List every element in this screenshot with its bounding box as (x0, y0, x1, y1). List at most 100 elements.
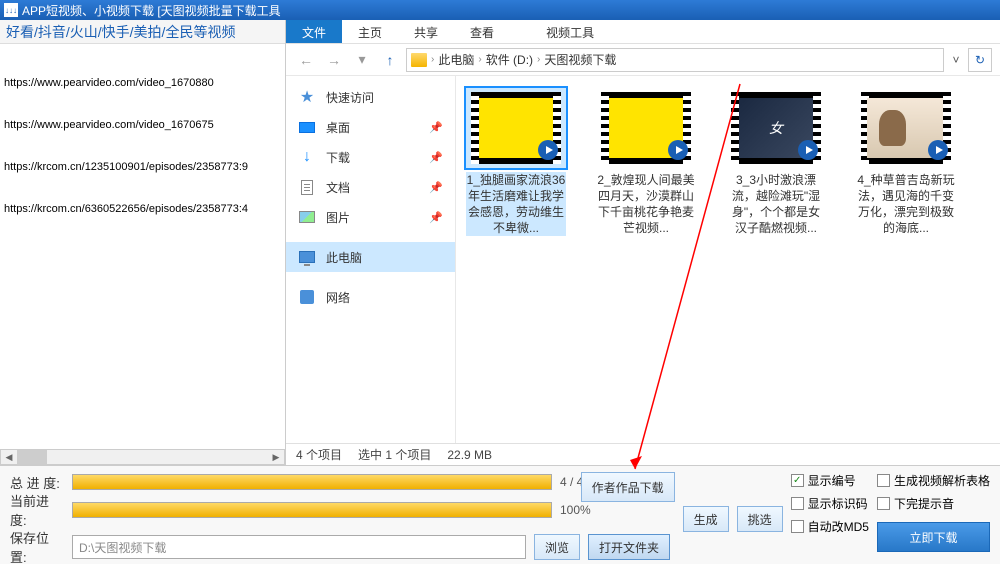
checkbox-icon (877, 474, 890, 487)
breadcrumb[interactable]: › 此电脑 › 软件 (D:) › 天图视频下载 (406, 48, 944, 72)
download-now-button[interactable]: 立即下载 (877, 522, 990, 552)
crumb-folder[interactable]: 天图视频下载 (544, 51, 616, 68)
sidebar-label: 此电脑 (326, 249, 362, 266)
pick-button[interactable]: 挑选 (737, 506, 783, 532)
url-line[interactable]: https://krcom.cn/1235100901/episodes/235… (4, 160, 281, 174)
tab-view[interactable]: 查看 (454, 20, 510, 43)
tab-share[interactable]: 共享 (398, 20, 454, 43)
total-progress-bar (72, 474, 552, 490)
refresh-button[interactable]: ↻ (968, 48, 992, 72)
checkbox-icon (791, 474, 804, 487)
sidebar-label: 桌面 (326, 119, 350, 136)
crumb-pc[interactable]: 此电脑 (438, 51, 474, 68)
file-item[interactable]: 2_敦煌现人间最美四月天，沙漠群山下千亩桃花争艳麦芒视频... (596, 88, 696, 236)
sidebar-item-downloads[interactable]: ↓ 下载 📌 (286, 142, 455, 172)
pc-icon (299, 251, 315, 263)
author-works-button[interactable]: 作者作品下载 (581, 472, 675, 502)
bottom-panel: 总 进 度: 4 / 4 当前进度: 100% 保存位置: 浏览 打开文件夹 作… (0, 465, 1000, 564)
play-icon (798, 140, 818, 160)
nav-up-icon[interactable]: ↑ (378, 48, 402, 72)
checkbox-auto-md5[interactable]: 自动改MD5 (791, 518, 869, 535)
app-title: APP短视频、小视频下载 [天图视频批量下载工具 (22, 2, 281, 19)
file-name: 4_种草普吉岛新玩法，遇见海的千变万化，漂完到极致的海底... (856, 172, 956, 236)
file-item[interactable]: 4_种草普吉岛新玩法，遇见海的千变万化，漂完到极致的海底... (856, 88, 956, 236)
scroll-left-icon[interactable]: ◀ (1, 450, 17, 464)
sidebar-item-pictures[interactable]: 图片 📌 (286, 202, 455, 232)
file-name: 2_敦煌现人间最美四月天，沙漠群山下千亩桃花争艳麦芒视频... (596, 172, 696, 236)
sidebar-label: 下载 (326, 149, 350, 166)
status-selected: 选中 1 个项目 (358, 446, 431, 463)
navbar: ← → ▾ ↑ › 此电脑 › 软件 (D:) › 天图视频下载 ˅ ↻ (286, 44, 1000, 76)
nav-back-icon[interactable]: ← (294, 48, 318, 72)
generate-button[interactable]: 生成 (683, 506, 729, 532)
sidebar-item-this-pc[interactable]: 此电脑 (286, 242, 455, 272)
url-line[interactable]: https://www.pearvideo.com/video_1670675 (4, 118, 281, 132)
explorer-pane: 文件 主页 共享 查看 视频工具 ← → ▾ ↑ › 此电脑 › 软件 (D:)… (286, 20, 1000, 465)
desktop-icon (299, 122, 315, 133)
file-name: 1_独腿画家流浪36年生活磨难让我学会感恩，劳动维生不卑微... (466, 172, 566, 236)
crumb-drive[interactable]: 软件 (D:) (486, 51, 533, 68)
file-item[interactable]: 女 3_3小时激浪漂流，越险滩玩"湿身"，个个都是女汉子酷燃视频... (726, 88, 826, 236)
sidebar-label: 快速访问 (326, 89, 374, 106)
nav-dropdown-icon[interactable]: ▾ (350, 48, 374, 72)
checkbox-show-id[interactable]: 显示标识码 (791, 495, 869, 512)
ribbon: 文件 主页 共享 查看 视频工具 (286, 20, 1000, 44)
status-size: 22.9 MB (447, 448, 492, 462)
sidebar-label: 网络 (326, 289, 350, 306)
nav-forward-icon: → (322, 48, 346, 72)
checkbox-gen-table[interactable]: 生成视频解析表格 (877, 472, 990, 489)
download-icon: ↓ (298, 148, 316, 166)
video-source-header: 好看/抖音/火山/快手/美拍/全民等视频 (0, 20, 285, 44)
status-count: 4 个项目 (296, 446, 342, 463)
play-icon (928, 140, 948, 160)
current-progress-bar (72, 502, 552, 518)
statusbar: 4 个项目 选中 1 个项目 22.9 MB (286, 443, 1000, 465)
chevron-right-icon[interactable]: › (478, 54, 481, 65)
chevron-right-icon[interactable]: › (537, 54, 540, 65)
file-item[interactable]: 1_独腿画家流浪36年生活磨难让我学会感恩，劳动维生不卑微... (466, 88, 566, 236)
tab-file[interactable]: 文件 (286, 20, 342, 43)
sidebar-label: 文档 (326, 179, 350, 196)
save-location-label: 保存位置: (10, 528, 64, 566)
current-progress-label: 当前进度: (10, 491, 64, 529)
file-area[interactable]: 1_独腿画家流浪36年生活磨难让我学会感恩，劳动维生不卑微... 2_敦煌现人间… (456, 76, 1000, 443)
pin-icon: 📌 (429, 211, 443, 224)
breadcrumb-dropdown-icon[interactable]: ˅ (948, 53, 964, 67)
url-list[interactable]: https://www.pearvideo.com/video_1670880 … (0, 44, 285, 449)
sidebar: ★ 快速访问 桌面 📌 ↓ 下载 📌 文档 📌 (286, 76, 456, 443)
scroll-right-icon[interactable]: ▶ (268, 450, 284, 464)
sidebar-item-network[interactable]: 网络 (286, 282, 455, 312)
pin-icon: 📌 (429, 121, 443, 134)
app-icon: ↓↓↓ (4, 3, 18, 17)
checkbox-silent[interactable]: 下完提示音 (877, 495, 990, 512)
checkbox-icon (877, 497, 890, 510)
sidebar-item-desktop[interactable]: 桌面 📌 (286, 112, 455, 142)
sidebar-item-quick-access[interactable]: ★ 快速访问 (286, 82, 455, 112)
total-progress-label: 总 进 度: (10, 473, 64, 492)
scroll-thumb[interactable] (17, 450, 47, 464)
file-name: 3_3小时激浪漂流，越险滩玩"湿身"，个个都是女汉子酷燃视频... (726, 172, 826, 236)
pin-icon: 📌 (429, 181, 443, 194)
browse-button[interactable]: 浏览 (534, 534, 580, 560)
tab-home[interactable]: 主页 (342, 20, 398, 43)
checkbox-show-number[interactable]: 显示编号 (791, 472, 869, 489)
tab-video-tools[interactable]: 视频工具 (530, 20, 610, 43)
sidebar-item-documents[interactable]: 文档 📌 (286, 172, 455, 202)
network-icon (300, 290, 314, 304)
folder-icon (411, 53, 427, 67)
picture-icon (299, 211, 315, 223)
play-icon (538, 140, 558, 160)
pin-icon: 📌 (429, 151, 443, 164)
document-icon (301, 180, 313, 195)
chevron-right-icon[interactable]: › (431, 54, 434, 65)
checkbox-icon (791, 497, 804, 510)
titlebar: ↓↓↓ APP短视频、小视频下载 [天图视频批量下载工具 (0, 0, 1000, 20)
url-line[interactable]: https://www.pearvideo.com/video_1670880 (4, 76, 281, 90)
play-icon (668, 140, 688, 160)
scrollbar-horizontal[interactable]: ◀ ▶ (0, 449, 285, 465)
sidebar-label: 图片 (326, 209, 350, 226)
checkbox-icon (791, 520, 804, 533)
save-location-input[interactable] (72, 535, 526, 559)
url-line[interactable]: https://krcom.cn/6360522656/episodes/235… (4, 202, 281, 216)
left-pane: 好看/抖音/火山/快手/美拍/全民等视频 https://www.pearvid… (0, 20, 286, 465)
